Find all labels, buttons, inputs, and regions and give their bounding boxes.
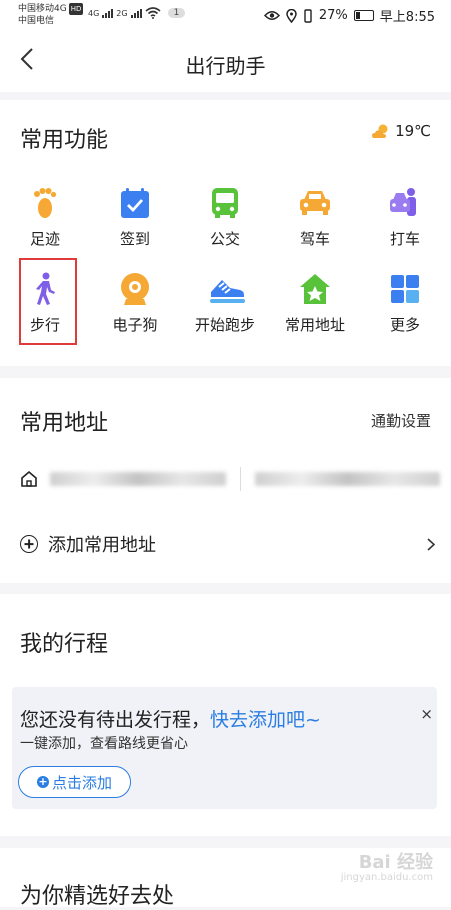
weather[interactable]: 19℃ [371, 122, 431, 140]
function-label: 足迹 [29, 230, 60, 248]
home-star-icon [300, 274, 330, 304]
walk-highlight-box [19, 258, 77, 345]
function-more[interactable]: 更多 [365, 272, 445, 335]
signal-area: 4G 2G 1 [88, 7, 186, 19]
more-grid-icon [391, 275, 419, 303]
function-bus[interactable]: 公交 [185, 186, 265, 249]
recommend-title: 为你精选好去处 [20, 884, 175, 909]
function-label: 常用地址 [284, 316, 345, 334]
weather-temp: 19℃ [395, 122, 431, 140]
empty-trip-subtitle: 一键添加，查看路线更省心 [20, 736, 188, 752]
empty-trip-box: 您还没有待出发行程，快去添加吧~ × 一键添加，查看路线更省心 + 点击添加 [12, 687, 437, 809]
wifi-icon [145, 7, 161, 19]
function-running[interactable]: 开始跑步 [185, 272, 265, 335]
checkin-icon [121, 188, 149, 218]
hd-badge: HD [68, 3, 84, 15]
network-2g: 2G [116, 8, 128, 18]
nav-bar: 出行助手 [0, 30, 451, 92]
carrier-1: 中国移动4G [18, 4, 67, 14]
close-button[interactable]: × [420, 705, 433, 723]
vibrate-icon [304, 8, 312, 23]
function-label: 驾车 [299, 230, 330, 248]
empty-trip-message: 您还没有待出发行程， [20, 709, 211, 731]
function-label: 签到 [119, 230, 150, 248]
page-title: 出行助手 [185, 54, 266, 78]
partly-cloudy-icon [372, 124, 388, 138]
home-icon [21, 470, 37, 487]
add-trip-button[interactable]: + 点击添加 [18, 766, 131, 798]
taxi-icon [390, 188, 416, 216]
add-trip-button-label: 点击添加 [51, 773, 112, 792]
location-icon [286, 8, 297, 23]
function-label: 开始跑步 [194, 316, 255, 334]
function-label: 电子狗 [112, 316, 158, 334]
bus-icon [212, 188, 238, 218]
trips-title: 我的行程 [20, 632, 109, 657]
footprint-icon [34, 188, 57, 218]
plus-icon: + [36, 775, 49, 788]
signal-icon [102, 8, 114, 18]
function-footprint[interactable]: 足迹 [5, 186, 85, 249]
work-address-redacted [254, 472, 440, 486]
function-taxi[interactable]: 打车 [365, 186, 445, 249]
network-4g: 4G [88, 8, 100, 18]
edog-icon [121, 273, 149, 305]
signal-icon [130, 8, 142, 18]
commute-settings-link[interactable]: 通勤设置 [371, 410, 431, 431]
address-row[interactable] [20, 463, 440, 495]
add-address-label: 添加常用地址 [48, 535, 156, 556]
function-label: 公交 [209, 230, 240, 248]
chevron-right-icon [427, 537, 435, 551]
car-icon [300, 191, 330, 215]
eye-icon [263, 11, 280, 20]
battery-percent: 27% [318, 8, 348, 23]
status-bar: 中国移动4G HD 中国电信 4G 2G 1 27% 早上8:55 [0, 0, 451, 30]
home-address-redacted [50, 472, 226, 486]
functions-title: 常用功能 [20, 128, 109, 153]
carrier-2: 中国电信 [18, 16, 55, 26]
carrier-info: 中国移动4G HD 中国电信 [18, 3, 84, 27]
empty-trip-text: 您还没有待出发行程，快去添加吧~ [20, 705, 321, 732]
status-right: 27% 早上8:55 [263, 6, 435, 25]
notification-count: 1 [167, 8, 186, 18]
function-label: 打车 [389, 230, 420, 248]
battery-icon [353, 10, 374, 21]
add-circle-icon [20, 535, 38, 553]
add-trip-link[interactable]: 快去添加吧~ [210, 709, 321, 731]
watermark-line2: jingyan.baidu.com [340, 872, 433, 883]
function-checkin[interactable]: 签到 [95, 186, 175, 249]
function-drive[interactable]: 驾车 [275, 186, 355, 249]
add-address-row[interactable]: 添加常用地址 [20, 531, 435, 557]
function-common-address[interactable]: 常用地址 [275, 272, 355, 335]
running-shoe-icon [210, 280, 245, 303]
address-title: 常用地址 [20, 411, 109, 436]
function-edog[interactable]: 电子狗 [95, 272, 175, 335]
watermark: Bai 经验 jingyan.baidu.com [340, 852, 433, 885]
clock: 早上8:55 [379, 10, 435, 25]
function-label: 更多 [389, 316, 420, 334]
watermark-line1: Bai 经验 [358, 852, 433, 873]
